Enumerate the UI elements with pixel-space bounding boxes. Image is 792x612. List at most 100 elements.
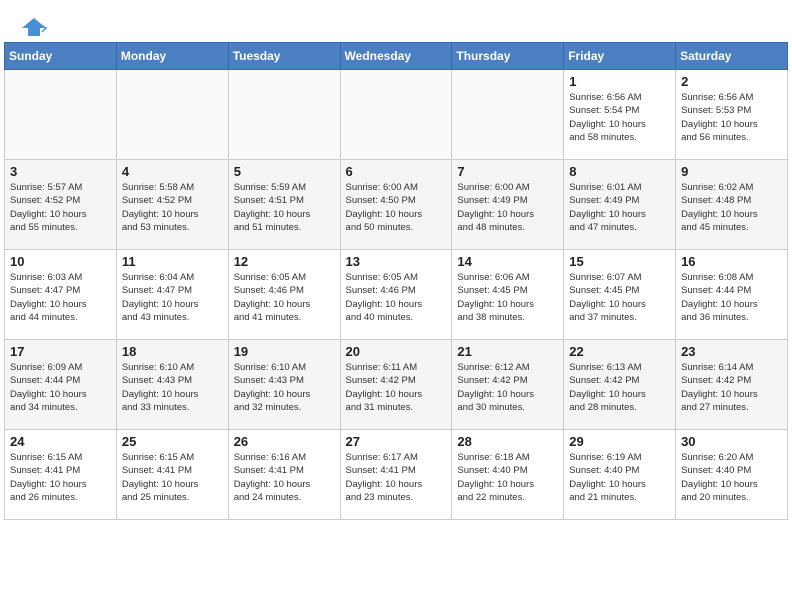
logo-icon: [20, 16, 48, 38]
day-number: 13: [346, 254, 447, 269]
day-cell: 22 Sunrise: 6:13 AM Sunset: 4:42 PM Dayli…: [564, 340, 676, 430]
day-info: Sunrise: 6:03 AM Sunset: 4:47 PM Dayligh…: [10, 271, 111, 324]
day-info: Sunrise: 6:05 AM Sunset: 4:46 PM Dayligh…: [346, 271, 447, 324]
day-info: Sunrise: 6:07 AM Sunset: 4:45 PM Dayligh…: [569, 271, 670, 324]
week-row-4: 17 Sunrise: 6:09 AM Sunset: 4:44 PM Dayli…: [5, 340, 788, 430]
day-cell: [452, 70, 564, 160]
day-info: Sunrise: 6:06 AM Sunset: 4:45 PM Dayligh…: [457, 271, 558, 324]
day-cell: 2Sunrise: 6:56 AM Sunset: 5:53 PM Daylig…: [676, 70, 788, 160]
day-info: Sunrise: 5:59 AM Sunset: 4:51 PM Dayligh…: [234, 181, 335, 234]
day-number: 1: [569, 74, 670, 89]
day-number: 4: [122, 164, 223, 179]
day-info: Sunrise: 6:18 AM Sunset: 4:40 PM Dayligh…: [457, 451, 558, 504]
day-cell: 26 Sunrise: 6:16 AM Sunset: 4:41 PM Dayli…: [228, 430, 340, 520]
day-info: Sunrise: 6:10 AM Sunset: 4:43 PM Dayligh…: [122, 361, 223, 414]
day-info: Sunrise: 6:08 AM Sunset: 4:44 PM Dayligh…: [681, 271, 782, 324]
day-number: 8: [569, 164, 670, 179]
day-cell: 19 Sunrise: 6:10 AM Sunset: 4:43 PM Dayli…: [228, 340, 340, 430]
calendar-header: SundayMondayTuesdayWednesdayThursdayFrid…: [5, 43, 788, 70]
header-cell-saturday: Saturday: [676, 43, 788, 70]
day-cell: 15 Sunrise: 6:07 AM Sunset: 4:45 PM Dayli…: [564, 250, 676, 340]
day-info: Sunrise: 5:58 AM Sunset: 4:52 PM Dayligh…: [122, 181, 223, 234]
day-number: 27: [346, 434, 447, 449]
day-info: Sunrise: 6:56 AM Sunset: 5:54 PM Dayligh…: [569, 91, 670, 144]
day-cell: 16 Sunrise: 6:08 AM Sunset: 4:44 PM Dayli…: [676, 250, 788, 340]
day-cell: 12Sunrise: 6:05 AM Sunset: 4:46 PM Dayli…: [228, 250, 340, 340]
page-header: [0, 0, 792, 42]
week-row-1: 1 Sunrise: 6:56 AM Sunset: 5:54 PM Daylig…: [5, 70, 788, 160]
day-number: 15: [569, 254, 670, 269]
day-cell: 8Sunrise: 6:01 AM Sunset: 4:49 PM Daylig…: [564, 160, 676, 250]
day-cell: 6 Sunrise: 6:00 AM Sunset: 4:50 PM Daylig…: [340, 160, 452, 250]
day-info: Sunrise: 6:14 AM Sunset: 4:42 PM Dayligh…: [681, 361, 782, 414]
week-row-3: 10 Sunrise: 6:03 AM Sunset: 4:47 PM Dayli…: [5, 250, 788, 340]
day-info: Sunrise: 6:05 AM Sunset: 4:46 PM Dayligh…: [234, 271, 335, 324]
day-info: Sunrise: 6:00 AM Sunset: 4:50 PM Dayligh…: [346, 181, 447, 234]
day-number: 24: [10, 434, 111, 449]
day-info: Sunrise: 6:09 AM Sunset: 4:44 PM Dayligh…: [10, 361, 111, 414]
calendar-table: SundayMondayTuesdayWednesdayThursdayFrid…: [4, 42, 788, 520]
day-number: 22: [569, 344, 670, 359]
day-cell: 17 Sunrise: 6:09 AM Sunset: 4:44 PM Dayli…: [5, 340, 117, 430]
day-cell: 4 Sunrise: 5:58 AM Sunset: 4:52 PM Daylig…: [116, 160, 228, 250]
day-info: Sunrise: 6:02 AM Sunset: 4:48 PM Dayligh…: [681, 181, 782, 234]
day-number: 14: [457, 254, 558, 269]
day-cell: [340, 70, 452, 160]
day-cell: 13 Sunrise: 6:05 AM Sunset: 4:46 PM Dayli…: [340, 250, 452, 340]
day-cell: 14 Sunrise: 6:06 AM Sunset: 4:45 PM Dayli…: [452, 250, 564, 340]
day-cell: 3Sunrise: 5:57 AM Sunset: 4:52 PM Daylig…: [5, 160, 117, 250]
day-info: Sunrise: 6:17 AM Sunset: 4:41 PM Dayligh…: [346, 451, 447, 504]
day-info: Sunrise: 6:04 AM Sunset: 4:47 PM Dayligh…: [122, 271, 223, 324]
day-number: 26: [234, 434, 335, 449]
day-cell: 10 Sunrise: 6:03 AM Sunset: 4:47 PM Dayli…: [5, 250, 117, 340]
day-number: 17: [10, 344, 111, 359]
day-number: 10: [10, 254, 111, 269]
day-cell: [228, 70, 340, 160]
day-number: 19: [234, 344, 335, 359]
header-row: SundayMondayTuesdayWednesdayThursdayFrid…: [5, 43, 788, 70]
day-info: Sunrise: 6:20 AM Sunset: 4:40 PM Dayligh…: [681, 451, 782, 504]
day-info: Sunrise: 6:16 AM Sunset: 4:41 PM Dayligh…: [234, 451, 335, 504]
day-info: Sunrise: 6:19 AM Sunset: 4:40 PM Dayligh…: [569, 451, 670, 504]
calendar-wrapper: SundayMondayTuesdayWednesdayThursdayFrid…: [0, 42, 792, 524]
day-number: 6: [346, 164, 447, 179]
day-info: Sunrise: 5:57 AM Sunset: 4:52 PM Dayligh…: [10, 181, 111, 234]
day-cell: 28 Sunrise: 6:18 AM Sunset: 4:40 PM Dayli…: [452, 430, 564, 520]
header-cell-wednesday: Wednesday: [340, 43, 452, 70]
day-cell: [5, 70, 117, 160]
day-number: 28: [457, 434, 558, 449]
week-row-2: 3Sunrise: 5:57 AM Sunset: 4:52 PM Daylig…: [5, 160, 788, 250]
day-number: 20: [346, 344, 447, 359]
day-cell: 20 Sunrise: 6:11 AM Sunset: 4:42 PM Dayli…: [340, 340, 452, 430]
day-number: 29: [569, 434, 670, 449]
day-number: 11: [122, 254, 223, 269]
day-number: 16: [681, 254, 782, 269]
day-number: 7: [457, 164, 558, 179]
day-cell: 29 Sunrise: 6:19 AM Sunset: 4:40 PM Dayli…: [564, 430, 676, 520]
header-cell-sunday: Sunday: [5, 43, 117, 70]
day-cell: 27 Sunrise: 6:17 AM Sunset: 4:41 PM Dayli…: [340, 430, 452, 520]
day-cell: 24 Sunrise: 6:15 AM Sunset: 4:41 PM Dayli…: [5, 430, 117, 520]
day-info: Sunrise: 6:15 AM Sunset: 4:41 PM Dayligh…: [122, 451, 223, 504]
week-row-5: 24 Sunrise: 6:15 AM Sunset: 4:41 PM Dayli…: [5, 430, 788, 520]
day-cell: [116, 70, 228, 160]
day-cell: 21Sunrise: 6:12 AM Sunset: 4:42 PM Dayli…: [452, 340, 564, 430]
day-cell: 1 Sunrise: 6:56 AM Sunset: 5:54 PM Daylig…: [564, 70, 676, 160]
day-number: 5: [234, 164, 335, 179]
day-info: Sunrise: 6:11 AM Sunset: 4:42 PM Dayligh…: [346, 361, 447, 414]
header-cell-friday: Friday: [564, 43, 676, 70]
day-cell: 25Sunrise: 6:15 AM Sunset: 4:41 PM Dayli…: [116, 430, 228, 520]
day-info: Sunrise: 6:00 AM Sunset: 4:49 PM Dayligh…: [457, 181, 558, 234]
header-cell-thursday: Thursday: [452, 43, 564, 70]
day-info: Sunrise: 6:15 AM Sunset: 4:41 PM Dayligh…: [10, 451, 111, 504]
day-info: Sunrise: 6:56 AM Sunset: 5:53 PM Dayligh…: [681, 91, 782, 144]
day-info: Sunrise: 6:13 AM Sunset: 4:42 PM Dayligh…: [569, 361, 670, 414]
header-cell-monday: Monday: [116, 43, 228, 70]
day-number: 30: [681, 434, 782, 449]
day-cell: 7 Sunrise: 6:00 AM Sunset: 4:49 PM Daylig…: [452, 160, 564, 250]
logo: [20, 16, 52, 38]
day-number: 18: [122, 344, 223, 359]
day-number: 21: [457, 344, 558, 359]
day-info: Sunrise: 6:10 AM Sunset: 4:43 PM Dayligh…: [234, 361, 335, 414]
day-cell: 9Sunrise: 6:02 AM Sunset: 4:48 PM Daylig…: [676, 160, 788, 250]
